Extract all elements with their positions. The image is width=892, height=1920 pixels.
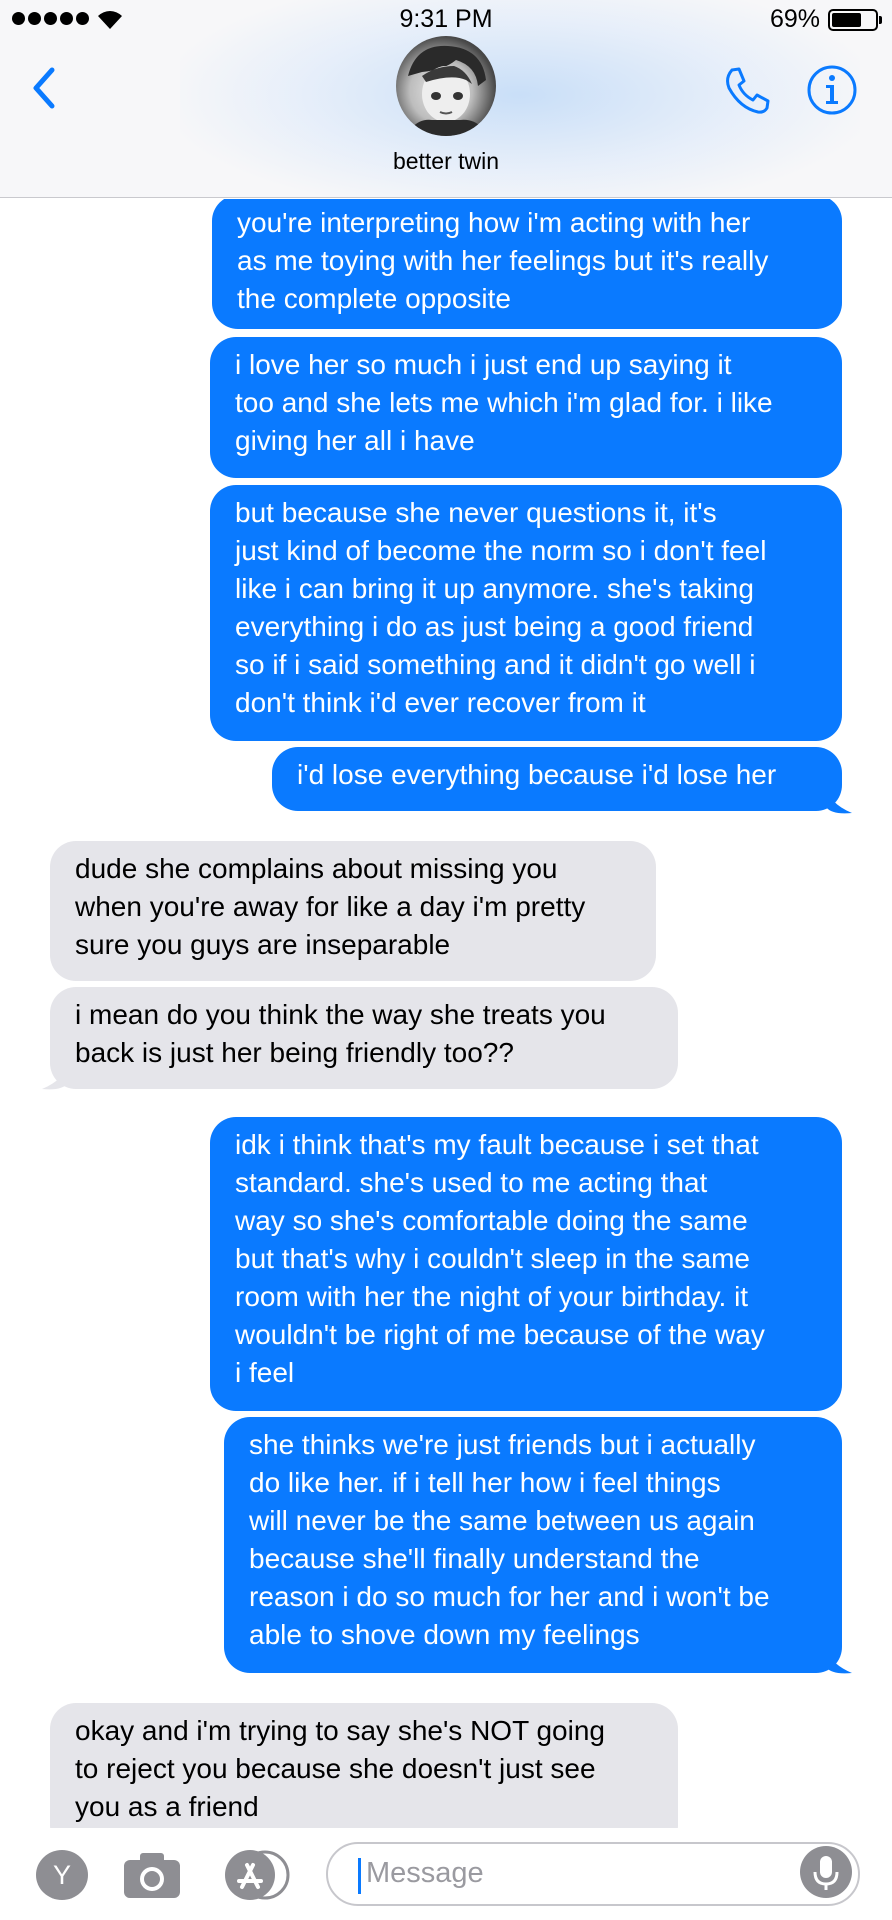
app-store-button[interactable]: [220, 1850, 294, 1900]
phone-icon: [726, 67, 770, 114]
message-bubble-received[interactable]: okay and i'm trying to say she's NOT goi…: [50, 1703, 678, 1829]
message-bubble-sent[interactable]: i'd lose everything because i'd lose her: [272, 747, 842, 811]
message-bubble-sent[interactable]: i love her so much i just end up saying …: [210, 337, 842, 478]
message-bubble-received[interactable]: i mean do you think the way she treats y…: [50, 987, 678, 1089]
y-app-icon: Y: [52, 1860, 71, 1890]
conversation-header: 9:31 PM 69% better twin: [0, 0, 892, 198]
camera-icon: [124, 1853, 180, 1898]
info-button[interactable]: [806, 64, 858, 116]
message-bubble-sent[interactable]: idk i think that's my fault because i se…: [210, 1117, 842, 1411]
status-time: 9:31 PM: [399, 5, 493, 33]
message-thread[interactable]: you're interpreting how i'm acting with …: [0, 199, 892, 1829]
message-bubble-sent[interactable]: you're interpreting how i'm acting with …: [212, 199, 842, 329]
battery-icon: [828, 9, 882, 31]
avatar-image: [406, 45, 488, 136]
y-app-button[interactable]: Y: [36, 1850, 88, 1900]
text-caret: [358, 1858, 361, 1894]
info-icon: [807, 65, 857, 115]
bubble-tail: [42, 1061, 68, 1090]
microphone-icon: [813, 1856, 839, 1890]
battery-percent: 69%: [769, 5, 820, 33]
microphone-button[interactable]: [800, 1846, 852, 1898]
message-input[interactable]: Message: [326, 1842, 860, 1906]
contact-name[interactable]: better twin: [0, 148, 892, 175]
bubble-tail: [826, 1645, 852, 1674]
message-bubble-sent[interactable]: she thinks we're just friends but i actu…: [224, 1417, 842, 1673]
contact-avatar[interactable]: [396, 36, 496, 136]
chevron-left-icon: [33, 67, 55, 109]
camera-button[interactable]: [122, 1850, 182, 1900]
message-input-bar: Y Message: [0, 1828, 892, 1920]
app-store-icon: [225, 1850, 290, 1900]
bubble-tail: [826, 785, 852, 814]
call-button[interactable]: [720, 64, 772, 116]
status-bar: 9:31 PM 69%: [0, 0, 892, 40]
message-bubble-sent[interactable]: but because she never questions it, it's…: [210, 485, 842, 741]
back-button[interactable]: [26, 62, 62, 114]
message-bubble-received[interactable]: dude she complains about missing you whe…: [50, 841, 656, 981]
message-placeholder: Message: [366, 1857, 484, 1889]
